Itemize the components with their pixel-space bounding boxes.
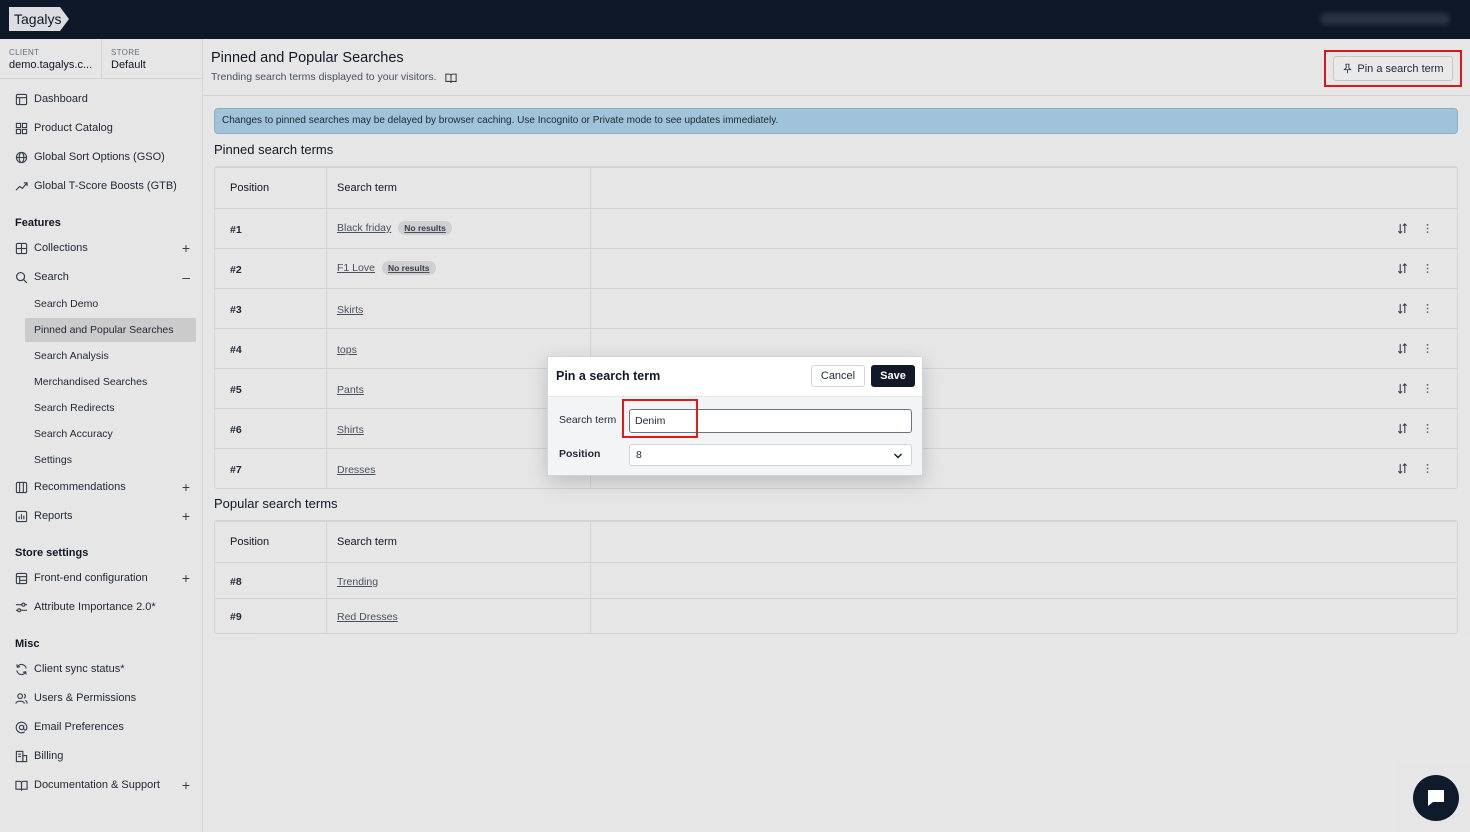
save-button[interactable]: Save bbox=[871, 365, 915, 387]
cancel-button[interactable]: Cancel bbox=[811, 365, 865, 387]
position-selected-value: 8 bbox=[636, 449, 642, 461]
modal-body: Search term Position 8 bbox=[548, 397, 922, 475]
position-label: Position bbox=[559, 448, 601, 460]
chat-widget-button[interactable] bbox=[1413, 775, 1459, 821]
position-select[interactable]: 8 bbox=[629, 444, 912, 466]
modal-header: Pin a search term Cancel Save bbox=[548, 357, 922, 397]
chevron-down-icon bbox=[894, 453, 902, 459]
search-term-input[interactable] bbox=[629, 409, 912, 433]
modal-title: Pin a search term bbox=[556, 369, 661, 383]
chat-bubble-icon bbox=[1428, 790, 1444, 806]
pin-term-modal: Pin a search term Cancel Save Search ter… bbox=[547, 356, 923, 476]
search-term-label: Search term bbox=[559, 414, 617, 426]
